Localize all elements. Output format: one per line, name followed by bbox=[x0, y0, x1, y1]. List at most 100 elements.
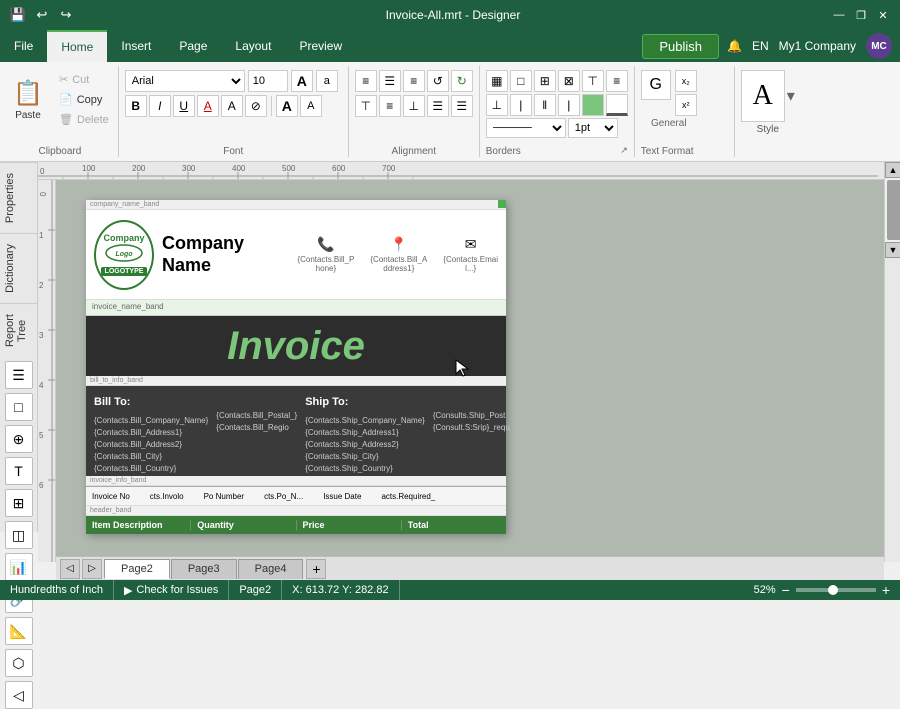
canvas-area[interactable]: company_name_band Company Logo LOGOTYPE … bbox=[56, 180, 884, 562]
copy-button[interactable]: 📄 Copy bbox=[54, 90, 114, 109]
sidebar-tool-10[interactable]: ⬡ bbox=[5, 649, 33, 677]
zoom-in-button[interactable]: + bbox=[882, 582, 890, 598]
align-bottom-button[interactable]: ⊥ bbox=[403, 95, 425, 117]
border-mid-button[interactable]: ≡ bbox=[606, 70, 628, 92]
svg-text:0: 0 bbox=[40, 167, 45, 176]
border-inner-button[interactable]: ⊞ bbox=[534, 70, 556, 92]
border-vert-button[interactable]: ‖ bbox=[534, 94, 556, 116]
style-chevron-down-icon[interactable]: ▾ bbox=[787, 86, 795, 106]
border-none-button[interactable]: ⊠ bbox=[558, 70, 580, 92]
underline-button[interactable]: U bbox=[173, 95, 195, 117]
ship-to-header: Ship To: bbox=[305, 394, 425, 411]
close-button[interactable]: ✕ bbox=[874, 6, 892, 24]
clear-format-button[interactable]: ⊘ bbox=[245, 95, 267, 117]
font-color-button[interactable]: A bbox=[197, 95, 219, 117]
menu-home[interactable]: Home bbox=[47, 30, 107, 62]
tab-page4[interactable]: Page4 bbox=[238, 559, 304, 579]
undo-button[interactable]: ↩ bbox=[32, 5, 52, 25]
report-tree-tab[interactable]: Report Tree bbox=[0, 303, 37, 357]
notification-icon[interactable]: 🔔 bbox=[727, 39, 742, 53]
menu-layout[interactable]: Layout bbox=[221, 30, 285, 62]
restore-button[interactable]: ❐ bbox=[852, 6, 870, 24]
align-right-button[interactable]: ≡ bbox=[403, 70, 425, 92]
align-left-button[interactable]: ≡ bbox=[355, 70, 377, 92]
font-highlight-button[interactable]: A bbox=[221, 95, 243, 117]
issue-label: Issue Date bbox=[323, 492, 361, 501]
sidebar-tool-2[interactable]: □ bbox=[5, 393, 33, 421]
general-button[interactable]: G bbox=[641, 70, 671, 100]
minimize-button[interactable]: — bbox=[830, 6, 848, 24]
font-family-select[interactable]: Arial bbox=[125, 70, 245, 92]
invoice-name-band: invoice_name_band bbox=[86, 300, 506, 316]
scroll-track[interactable] bbox=[885, 178, 900, 242]
border-right-button[interactable]: | bbox=[558, 94, 580, 116]
border-style-select[interactable]: ───── bbox=[486, 118, 566, 138]
col-price: Price bbox=[297, 520, 402, 530]
scroll-down-button[interactable]: ▼ bbox=[885, 242, 900, 258]
sidebar-tool-3[interactable]: ⊕ bbox=[5, 425, 33, 453]
paste-button[interactable]: 📋 Paste bbox=[6, 70, 50, 130]
border-color-button[interactable] bbox=[606, 94, 628, 116]
tab-next-button[interactable]: ▷ bbox=[82, 559, 102, 579]
sidebar-tool-5[interactable]: ⊞ bbox=[5, 489, 33, 517]
scroll-thumb[interactable] bbox=[887, 180, 900, 240]
publish-button[interactable]: Publish bbox=[642, 34, 719, 59]
tab-page3[interactable]: Page3 bbox=[171, 559, 237, 579]
avatar[interactable]: MC bbox=[866, 33, 892, 59]
page-indicator: Page2 bbox=[229, 580, 282, 600]
zoom-slider[interactable] bbox=[796, 588, 876, 592]
sidebar-toggle[interactable]: ◁ bbox=[5, 681, 33, 709]
align-full-button[interactable]: ☰ bbox=[451, 95, 473, 117]
vertical-scrollbar[interactable]: ▲ ▼ bbox=[884, 162, 900, 562]
menu-page[interactable]: Page bbox=[165, 30, 221, 62]
border-left-button[interactable]: | bbox=[510, 94, 532, 116]
font-grow-button[interactable]: A bbox=[291, 70, 313, 92]
rotate-left-button[interactable]: ↺ bbox=[427, 70, 449, 92]
border-bottom-button[interactable]: ⊥ bbox=[486, 94, 508, 116]
border-outer-button[interactable]: □ bbox=[510, 70, 532, 92]
border-all-button[interactable]: ▦ bbox=[486, 70, 508, 92]
check-issues-section[interactable]: ▶ Check for Issues bbox=[114, 580, 229, 600]
sidebar-tool-7[interactable]: 📊 bbox=[5, 553, 33, 581]
font-dec-button[interactable]: A bbox=[300, 95, 322, 117]
border-width-select[interactable]: 1pt bbox=[568, 118, 618, 138]
add-page-button[interactable]: + bbox=[306, 559, 326, 579]
font-shrink-button[interactable]: a bbox=[316, 70, 338, 92]
resize-handle[interactable] bbox=[498, 200, 506, 208]
menu-insert[interactable]: Insert bbox=[107, 30, 165, 62]
menu-file[interactable]: File bbox=[0, 30, 47, 62]
scroll-up-button[interactable]: ▲ bbox=[885, 162, 900, 178]
align-top-button[interactable]: ⊤ bbox=[355, 95, 377, 117]
menu-preview[interactable]: Preview bbox=[285, 30, 356, 62]
sidebar-tool-1[interactable]: ☰ bbox=[5, 361, 33, 389]
font-inc-button[interactable]: A bbox=[276, 95, 298, 117]
align-middle-button[interactable]: ≡ bbox=[379, 95, 401, 117]
dictionary-tab[interactable]: Dictionary bbox=[0, 233, 37, 303]
delete-icon: 🗑 bbox=[59, 113, 73, 126]
borders-expand-icon[interactable]: ↗ bbox=[620, 145, 628, 156]
zoom-out-button[interactable]: − bbox=[782, 582, 790, 598]
properties-tab[interactable]: Properties bbox=[0, 162, 37, 233]
align-justify-button[interactable]: ☰ bbox=[427, 95, 449, 117]
redo-button[interactable]: ↪ bbox=[56, 5, 76, 25]
tab-prev-button[interactable]: ◁ bbox=[60, 559, 80, 579]
style-preview-button[interactable]: A bbox=[741, 70, 785, 122]
sidebar-tool-6[interactable]: ◫ bbox=[5, 521, 33, 549]
text-subscript-button[interactable]: x₂ bbox=[675, 70, 697, 92]
cut-button[interactable]: ✂ Cut bbox=[54, 70, 114, 89]
font-size-input[interactable] bbox=[248, 70, 288, 92]
text-superscript-button[interactable]: x² bbox=[675, 94, 697, 116]
italic-button[interactable]: I bbox=[149, 95, 171, 117]
align-center-button[interactable]: ☰ bbox=[379, 70, 401, 92]
tab-page2[interactable]: Page2 bbox=[104, 559, 170, 579]
sidebar-tool-9[interactable]: 📐 bbox=[5, 617, 33, 645]
border-top-button[interactable]: ⊤ bbox=[582, 70, 604, 92]
language-selector[interactable]: EN bbox=[752, 39, 769, 53]
rotate-right-button[interactable]: ↻ bbox=[451, 70, 473, 92]
fill-color-button[interactable] bbox=[582, 94, 604, 116]
save-button[interactable]: 💾 bbox=[8, 5, 28, 25]
collapse-sidebar-button[interactable]: ◁ bbox=[5, 681, 33, 709]
sidebar-tool-4[interactable]: T bbox=[5, 457, 33, 485]
delete-button[interactable]: 🗑 Delete bbox=[54, 110, 114, 129]
bold-button[interactable]: B bbox=[125, 95, 147, 117]
